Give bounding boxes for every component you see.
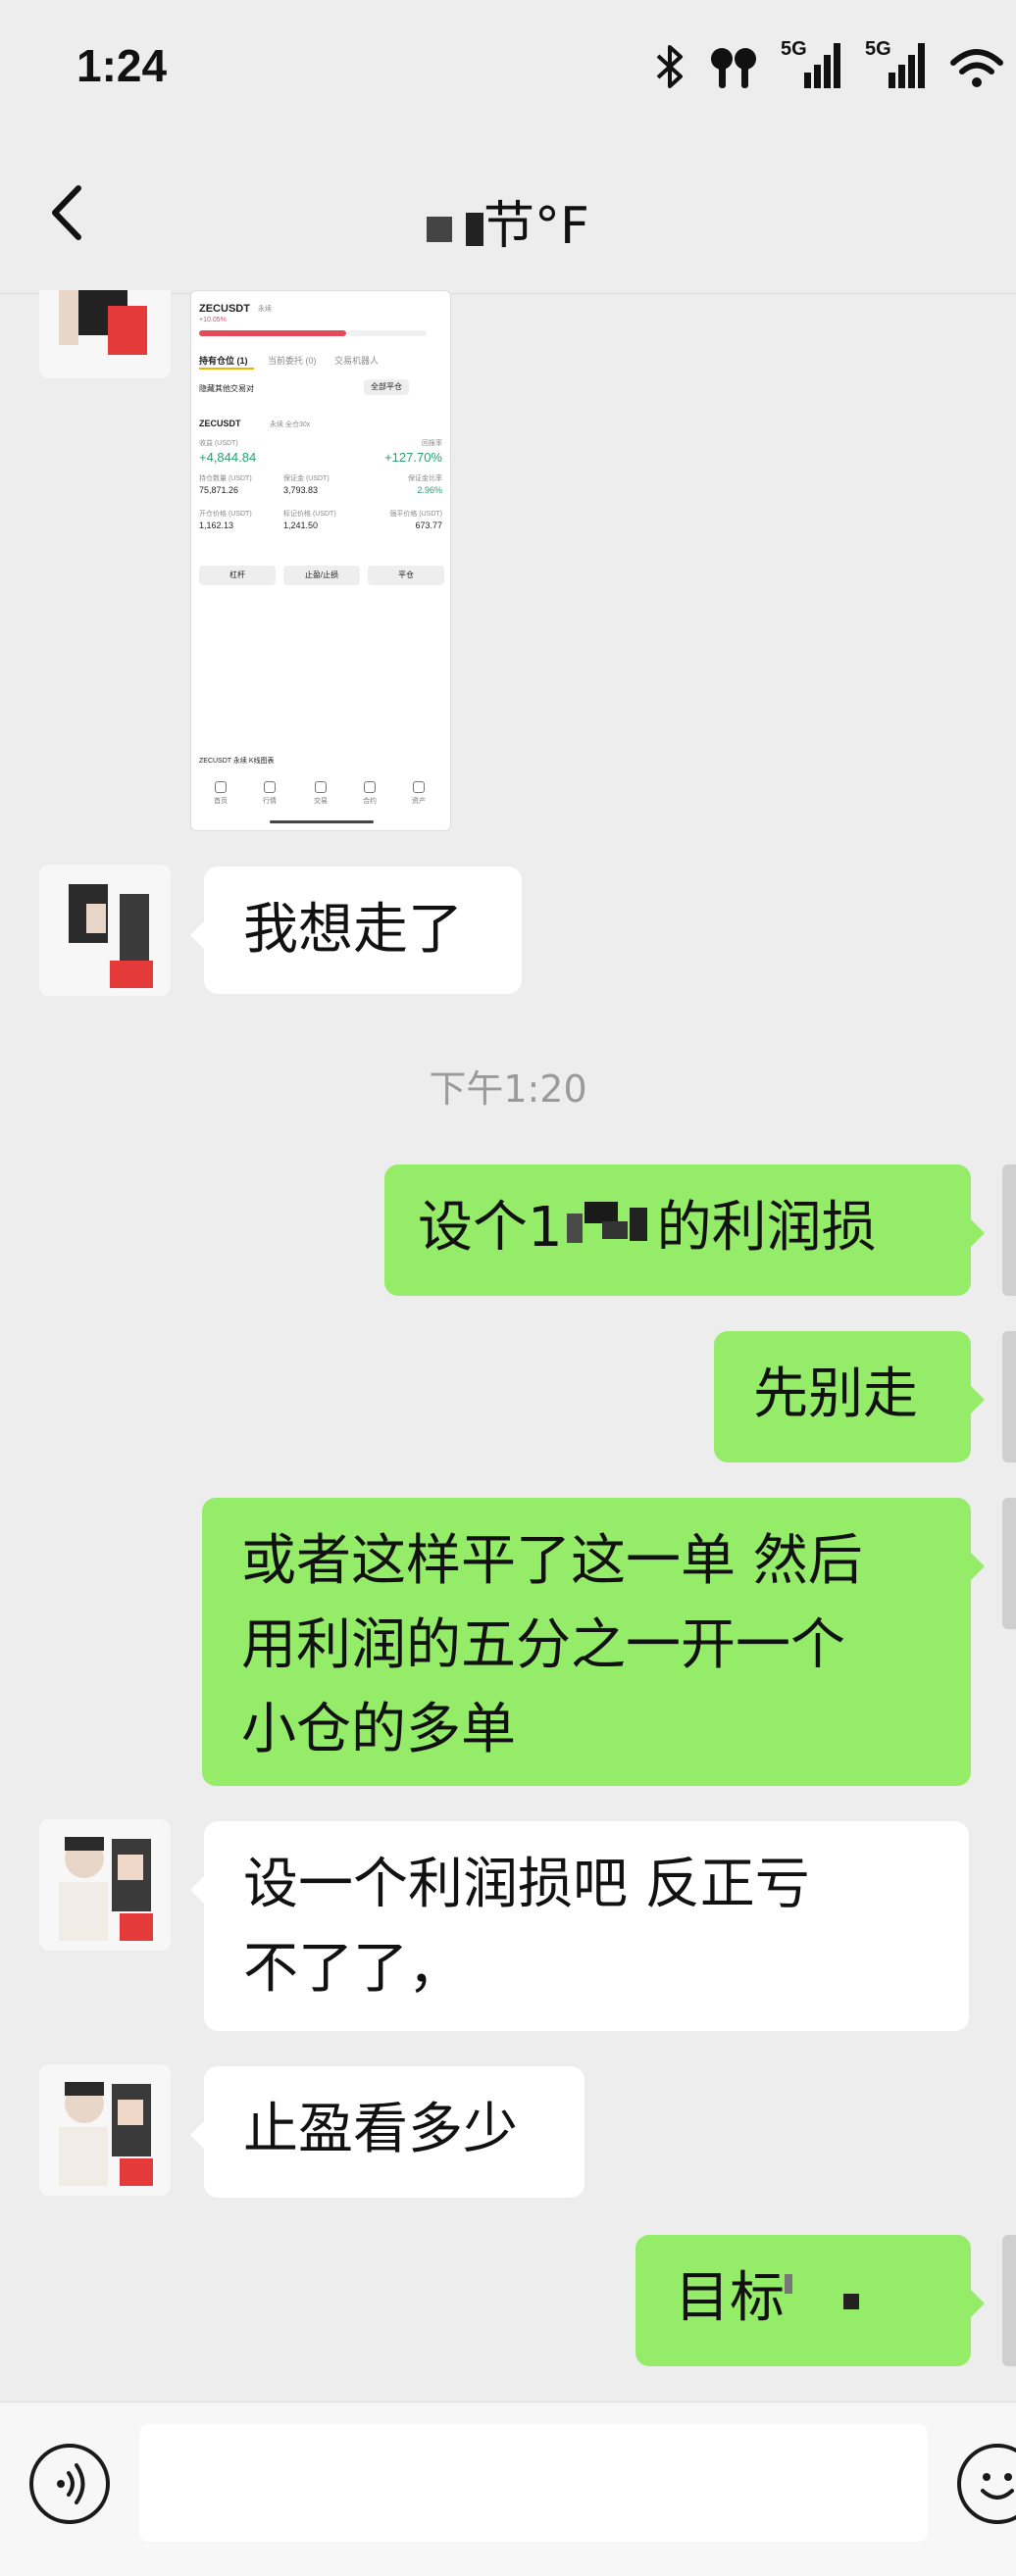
message-bubble[interactable]: 设个1 的利润损: [384, 1164, 985, 1296]
shot-home-indicator: [270, 820, 374, 823]
shot-tpsl-button: 止盈/止损: [283, 566, 360, 585]
shot-close-all: 全部平仓: [364, 379, 409, 395]
shot-liq-value: 673.77: [415, 520, 442, 530]
message-text: 设一个利润损吧 反正亏: [243, 1853, 810, 1916]
message-text: 我想走了: [243, 898, 463, 962]
contact-avatar[interactable]: [39, 865, 171, 996]
shot-margin-label: 保证金 (USDT): [283, 475, 330, 482]
shot-nav-item: 行情: [250, 781, 289, 806]
wifi-icon: [950, 49, 1003, 87]
bluetooth-icon: [656, 45, 683, 88]
signal-5g-icon: 5G: [781, 38, 840, 88]
message-bubble[interactable]: 先别走: [714, 1331, 985, 1462]
message-bubble[interactable]: 设一个利润损吧 反正亏 不了了，: [190, 1821, 969, 2031]
title-mosaic: [427, 217, 453, 242]
shot-roi-label: 回报率: [422, 440, 442, 447]
shot-change: +10.05%: [199, 317, 227, 323]
status-time: 1:24: [76, 40, 168, 91]
chat-header: 节°F: [0, 147, 1016, 294]
contact-avatar[interactable]: [39, 1819, 171, 1951]
shot-symbol: ZECUSDT: [199, 303, 250, 315]
shot-mark-label: 标记价格 (USDT): [283, 511, 336, 518]
status-bar: 1:24 5G 5G: [0, 0, 1016, 127]
shot-size-label: 持仓数量 (USDT): [199, 475, 252, 482]
shot-nav-item: 交易: [301, 781, 340, 806]
contact-avatar[interactable]: [39, 290, 171, 378]
shot-bar-rest: [348, 330, 427, 336]
input-bar: [0, 2402, 1016, 2576]
shot-pnl-value: +4,844.84: [199, 450, 257, 465]
chat-timestamp: 下午1:20: [429, 1067, 587, 1111]
shot-tab: 交易机器人: [334, 356, 380, 366]
shot-pnl-label: 收益 (USDT): [199, 440, 238, 447]
message-text: 用利润的五分之一开一个: [241, 1613, 845, 1677]
message-text: 止盈看多少: [243, 2098, 518, 2161]
contact-avatar[interactable]: [39, 2064, 171, 2196]
message-text: 目标: [675, 2266, 785, 2330]
shot-perp: 永续: [258, 306, 272, 313]
message-bubble[interactable]: 止盈看多少: [190, 2066, 584, 2198]
svg-text:5G: 5G: [865, 38, 891, 60]
shot-hide-other: 隐藏其他交易对: [199, 384, 254, 393]
shot-pos-symbol: ZECUSDT: [199, 419, 241, 428]
shot-kline: ZECUSDT 永续 K线图表: [199, 758, 275, 765]
shot-tab: 持有仓位 (1): [199, 356, 248, 366]
shot-nav-item: 资产: [399, 781, 438, 806]
shot-pos-tags: 永续 全仓30x: [270, 421, 311, 428]
self-avatar[interactable]: [1002, 1164, 1016, 1296]
shot-entry-label: 开仓价格 (USDT): [199, 511, 252, 518]
message-bubble[interactable]: 或者这样平了这一单 然后 用利润的五分之一开一个 小仓的多单: [202, 1498, 985, 1786]
text-mosaic: [563, 1189, 657, 1273]
message-text: 不了了，: [243, 1937, 463, 2001]
shot-liq-label: 强平价格 (USDT): [389, 511, 442, 518]
message-text: 小仓的多单: [241, 1698, 516, 1761]
shot-margin-value: 3,793.83: [283, 485, 319, 495]
shot-mark-value: 1,241.50: [283, 520, 319, 530]
emoji-icon: [981, 2473, 1014, 2500]
status-icons: 5G 5G: [653, 35, 1004, 90]
title-mosaic: [466, 213, 484, 246]
text-mosaic: [785, 2259, 873, 2344]
earbuds-icon: [711, 48, 756, 88]
chat-title: 节°F: [0, 184, 1016, 258]
shot-leverage-button: 杠杆: [199, 566, 276, 585]
voice-button[interactable]: [29, 2444, 110, 2524]
shot-nav-item: 合约: [350, 781, 389, 806]
self-avatar[interactable]: [1002, 1331, 1016, 1462]
message-text: 先别走: [753, 1362, 918, 1426]
shot-nav-item: 首页: [201, 781, 240, 806]
chat-title-text: 节°F: [483, 197, 589, 256]
message-text: 的利润损: [656, 1196, 877, 1260]
shot-bar: [199, 330, 346, 336]
emoji-button[interactable]: [957, 2444, 1016, 2524]
signal-5g-icon: 5G: [865, 38, 925, 88]
shot-roi-value: +127.70%: [384, 450, 442, 465]
message-bubble[interactable]: 目标: [635, 2235, 985, 2366]
shot-tab-underline: [199, 368, 254, 370]
svg-text:5G: 5G: [781, 38, 807, 60]
self-avatar[interactable]: [1002, 1498, 1016, 1629]
shot-entry-value: 1,162.13: [199, 520, 234, 530]
shot-tab: 当前委托 (0): [268, 356, 317, 366]
shot-size-value: 75,871.26: [199, 485, 239, 495]
message-text: 设个1: [418, 1196, 563, 1260]
image-message[interactable]: ZECUSDT 永续 +10.05% 持有仓位 (1) 当前委托 (0) 交易机…: [190, 290, 451, 831]
shot-margin-ratio-value: 2.96%: [417, 485, 442, 495]
shot-margin-ratio-label: 保证金比率: [408, 475, 442, 482]
self-avatar[interactable]: [1002, 2235, 1016, 2366]
message-text: 或者这样平了这一单 然后: [241, 1529, 863, 1593]
voice-icon: [57, 2463, 85, 2504]
shot-close-button: 平仓: [368, 566, 444, 585]
message-input[interactable]: [139, 2424, 928, 2542]
message-bubble[interactable]: 我想走了: [190, 867, 522, 994]
